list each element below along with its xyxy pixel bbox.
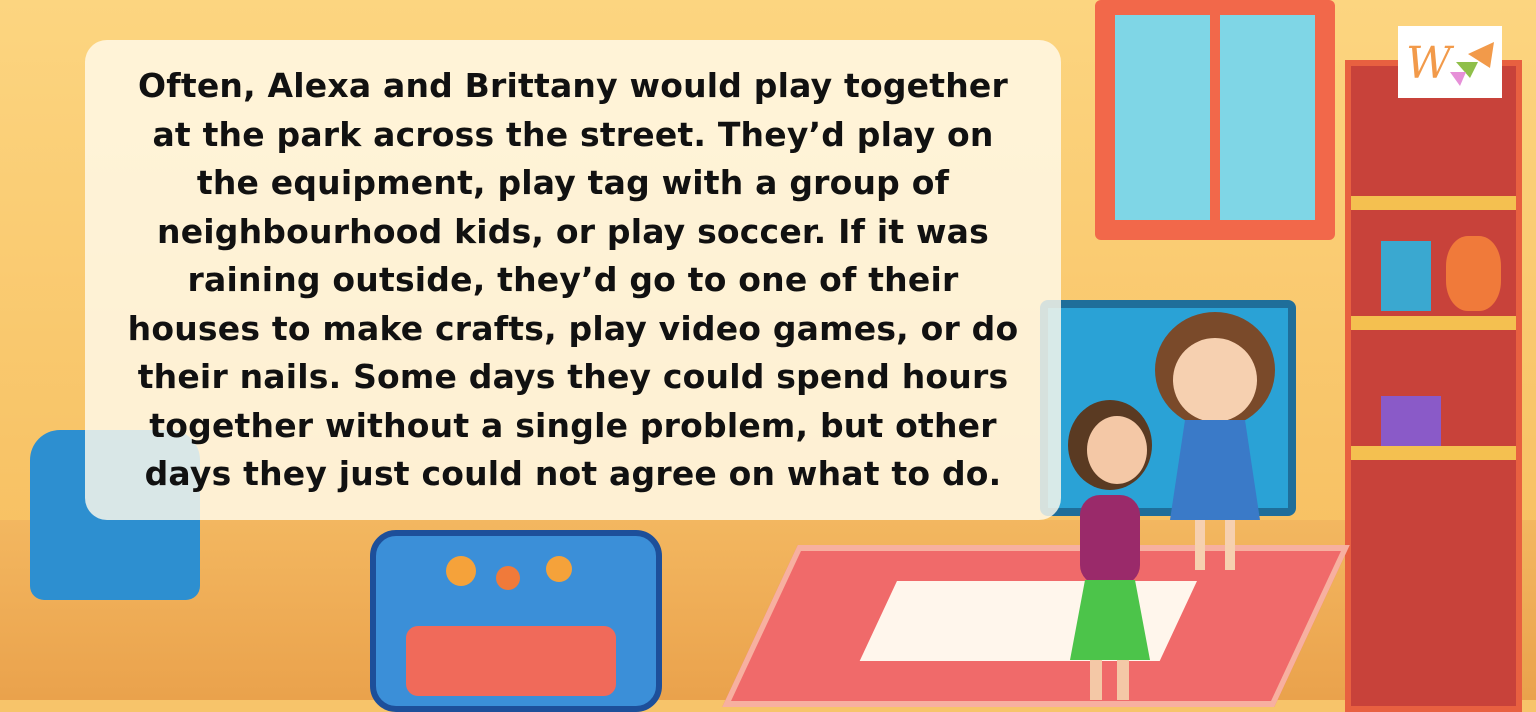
story-line: Often, Alexa and Brittany would play tog… bbox=[138, 66, 1008, 105]
story-line: the equipment, play tag with a group of bbox=[196, 163, 950, 202]
story-line: together without a single problem, but o… bbox=[149, 405, 997, 445]
toy-game-console bbox=[370, 530, 662, 712]
story-text-panel: Often, Alexa and Brittany would play tog… bbox=[85, 40, 1061, 520]
story-line: raining outside, they’d go to one of the… bbox=[187, 260, 959, 299]
girl-red-headband-illustration bbox=[1068, 400, 1152, 700]
story-line: houses to make crafts, play video games,… bbox=[127, 308, 1019, 348]
window bbox=[1095, 0, 1335, 240]
girl-blue-dress-illustration bbox=[1155, 312, 1275, 570]
story-line: their nails. Some days they could spend … bbox=[137, 357, 1009, 396]
bookshelf bbox=[1345, 60, 1522, 712]
story-text: Often, Alexa and Brittany would play tog… bbox=[85, 62, 1061, 499]
bunting-flags-logo-icon: W bbox=[1406, 38, 1494, 89]
story-line: days they just could not agree on what t… bbox=[144, 454, 1002, 493]
svg-text:W: W bbox=[1406, 38, 1455, 89]
story-line: neighbourhood kids, or play soccer. If i… bbox=[157, 211, 989, 251]
publisher-logo: W bbox=[1398, 26, 1502, 98]
story-line: at the park across the street. They’d pl… bbox=[152, 114, 994, 154]
